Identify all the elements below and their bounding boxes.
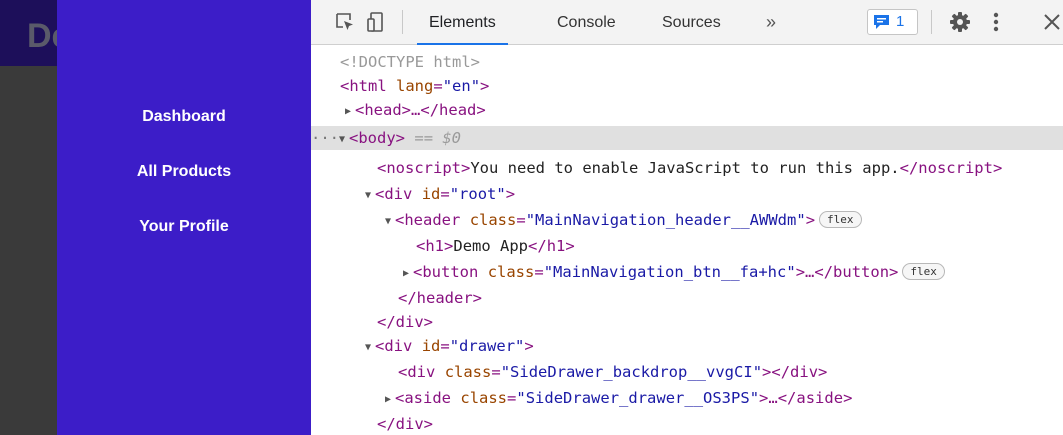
tab-console[interactable]: Console: [557, 0, 616, 44]
app-page: Demo App Dashboard All Products Your Pro…: [0, 0, 311, 435]
expand-arrow-icon[interactable]: ▶: [385, 388, 395, 412]
dom-node-doctype[interactable]: <!DOCTYPE html>: [311, 50, 1063, 74]
tag-name: div: [384, 337, 413, 355]
collapse-arrow-icon[interactable]: ▼: [339, 128, 349, 152]
dom-tree: <!DOCTYPE html> <html lang="en"> ▶ <head>…: [311, 44, 1063, 435]
collapse-arrow-icon[interactable]: ▼: [365, 336, 375, 360]
tag-name: body: [358, 129, 396, 147]
collapse-arrow-icon[interactable]: ▼: [385, 210, 395, 234]
issues-icon: [873, 14, 890, 30]
attr-value: root: [459, 185, 497, 203]
more-tabs-button[interactable]: »: [766, 0, 776, 44]
attr-value: SideDrawer_backdrop__vvgCI: [510, 363, 753, 381]
attr-value: drawer: [459, 337, 516, 355]
tag-name: aside: [796, 389, 844, 407]
h1-text: Demo App: [453, 237, 529, 255]
flex-badge[interactable]: flex: [902, 263, 945, 280]
tag-name: head: [439, 101, 477, 119]
tag-name: h1: [546, 237, 566, 255]
attr-value: SideDrawer_drawer__OS3PS: [525, 389, 750, 407]
tag-name: div: [384, 185, 413, 203]
close-icon[interactable]: [1041, 11, 1063, 33]
dom-node-noscript[interactable]: <noscript>You need to enable JavaScript …: [311, 156, 1063, 180]
tag-name: head: [364, 101, 402, 119]
dom-node-header-close[interactable]: </header>: [311, 286, 1063, 310]
dom-node-button[interactable]: ▶ <button class="MainNavigation_btn__fa+h…: [311, 260, 1063, 284]
nav-link-all-products[interactable]: All Products: [57, 161, 311, 183]
ellipsis: …: [768, 389, 778, 407]
dom-node-h1[interactable]: <h1>Demo App</h1>: [311, 234, 1063, 258]
dom-node-root-close[interactable]: </div>: [311, 310, 1063, 334]
toolbar-separator: [402, 10, 403, 34]
tab-sources[interactable]: Sources: [662, 0, 721, 44]
tag-name: aside: [404, 389, 452, 407]
devtools-panel: Elements Console Sources » 1 <!DOCTYPE h…: [311, 0, 1063, 435]
tag-name: h1: [425, 237, 445, 255]
tag-name: div: [790, 363, 819, 381]
flex-badge[interactable]: flex: [819, 211, 862, 228]
dom-node-drawer-close[interactable]: </div>: [311, 412, 1063, 435]
tag-name: button: [422, 263, 479, 281]
dom-node-html[interactable]: <html lang="en">: [311, 74, 1063, 98]
tag-name: div: [407, 363, 436, 381]
tag-name: html: [349, 77, 387, 95]
attr-name: lang: [396, 77, 434, 95]
attr-name: class: [487, 263, 535, 281]
toolbar-separator: [931, 10, 932, 34]
tag-name: div: [395, 415, 424, 433]
tag-name: noscript: [386, 159, 461, 177]
nav-link-dashboard[interactable]: Dashboard: [57, 106, 311, 128]
selected-node-marker: == $0: [414, 129, 462, 147]
ellipsis: …: [805, 263, 815, 281]
inspect-element-icon[interactable]: [334, 11, 356, 33]
row-actions-icon[interactable]: ···: [311, 129, 339, 147]
dom-node-header[interactable]: ▼ <header class="MainNavigation_header__A…: [311, 208, 1063, 232]
tab-elements[interactable]: Elements: [417, 0, 508, 45]
attr-value: MainNavigation_header__AWWdm: [535, 211, 797, 229]
tag-name: header: [404, 211, 461, 229]
tag-name: button: [833, 263, 890, 281]
side-drawer: Dashboard All Products Your Profile: [57, 0, 311, 435]
noscript-text: You need to enable JavaScript to run thi…: [470, 159, 900, 177]
attr-name: class: [460, 389, 508, 407]
attr-name: id: [421, 185, 441, 203]
drawer-nav: Dashboard All Products Your Profile: [57, 106, 311, 271]
gear-icon[interactable]: [949, 11, 971, 33]
devtools-toolbar: Elements Console Sources » 1: [311, 0, 1063, 45]
tag-name: header: [416, 289, 473, 307]
attr-name: class: [469, 211, 517, 229]
kebab-menu-icon[interactable]: [985, 11, 1007, 33]
attr-value: MainNavigation_btn__fa+hc: [553, 263, 787, 281]
collapse-arrow-icon[interactable]: ▼: [365, 184, 375, 208]
dom-node-body[interactable]: ···▼ <body> == $0: [311, 126, 1063, 150]
device-toolbar-icon[interactable]: [365, 11, 387, 33]
dom-node-aside[interactable]: ▶ <aside class="SideDrawer_drawer__OS3PS"…: [311, 386, 1063, 410]
tag-name: div: [395, 313, 424, 331]
tag-name: noscript: [918, 159, 993, 177]
expand-arrow-icon[interactable]: ▶: [403, 262, 413, 286]
ellipsis: …: [411, 101, 421, 119]
attr-name: id: [421, 337, 441, 355]
dom-node-drawer[interactable]: ▼ <div id="drawer">: [311, 334, 1063, 358]
dom-node-head[interactable]: ▶ <head>…</head>: [311, 98, 1063, 122]
dom-node-root[interactable]: ▼ <div id="root">: [311, 182, 1063, 206]
issues-button[interactable]: 1: [867, 9, 918, 35]
attr-value: en: [452, 77, 471, 95]
tab-elements-label: Elements: [429, 14, 496, 31]
expand-arrow-icon[interactable]: ▶: [345, 100, 355, 124]
nav-link-your-profile[interactable]: Your Profile: [57, 216, 311, 238]
issues-count: 1: [896, 13, 905, 30]
dom-node-backdrop[interactable]: <div class="SideDrawer_backdrop__vvgCI">…: [311, 360, 1063, 384]
attr-name: class: [444, 363, 492, 381]
doctype-text: <!DOCTYPE html>: [340, 53, 480, 71]
